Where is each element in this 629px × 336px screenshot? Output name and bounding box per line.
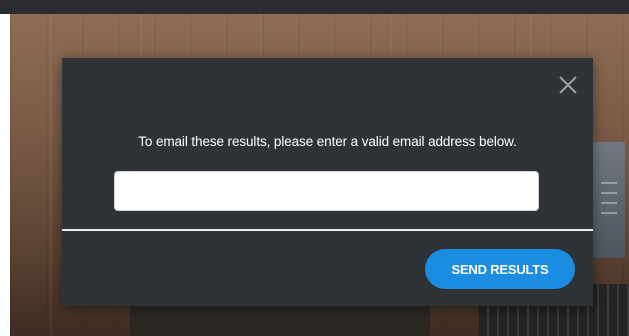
top-bar (0, 0, 629, 14)
close-icon (559, 76, 577, 94)
page: To email these results, please enter a v… (0, 0, 629, 336)
laptop-image (130, 304, 430, 336)
email-field[interactable] (114, 171, 539, 211)
send-results-button[interactable]: SEND RESULTS (425, 249, 575, 289)
divider (62, 229, 593, 231)
email-results-dialog: To email these results, please enter a v… (62, 58, 593, 306)
dialog-message: To email these results, please enter a v… (138, 134, 517, 149)
close-button[interactable] (557, 74, 579, 96)
laptop-screen-image (590, 142, 625, 258)
